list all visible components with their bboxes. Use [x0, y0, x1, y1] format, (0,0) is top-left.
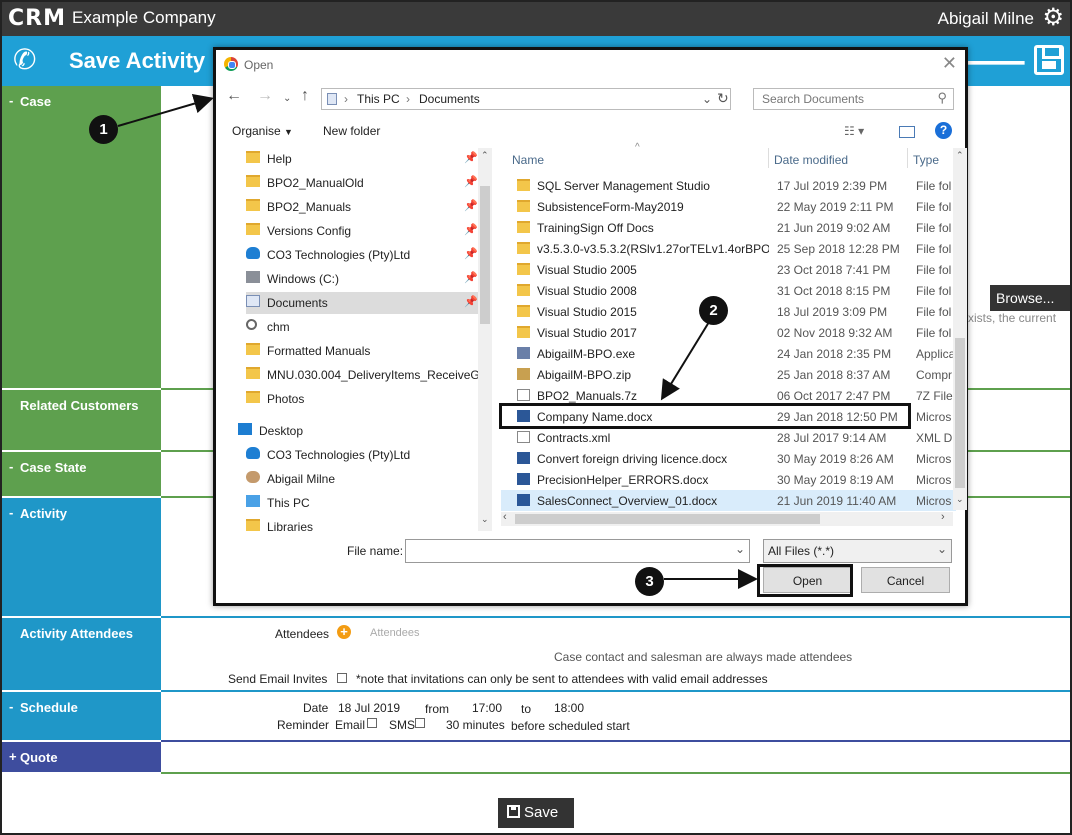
callout-badge-2: 2 [699, 296, 728, 325]
callout-badge-1: 1 [89, 115, 118, 144]
callout-arrow [117, 93, 214, 127]
callout-badge-3: 3 [635, 567, 664, 596]
callout-arrows [117, 93, 758, 589]
callout-arrow [660, 321, 710, 401]
